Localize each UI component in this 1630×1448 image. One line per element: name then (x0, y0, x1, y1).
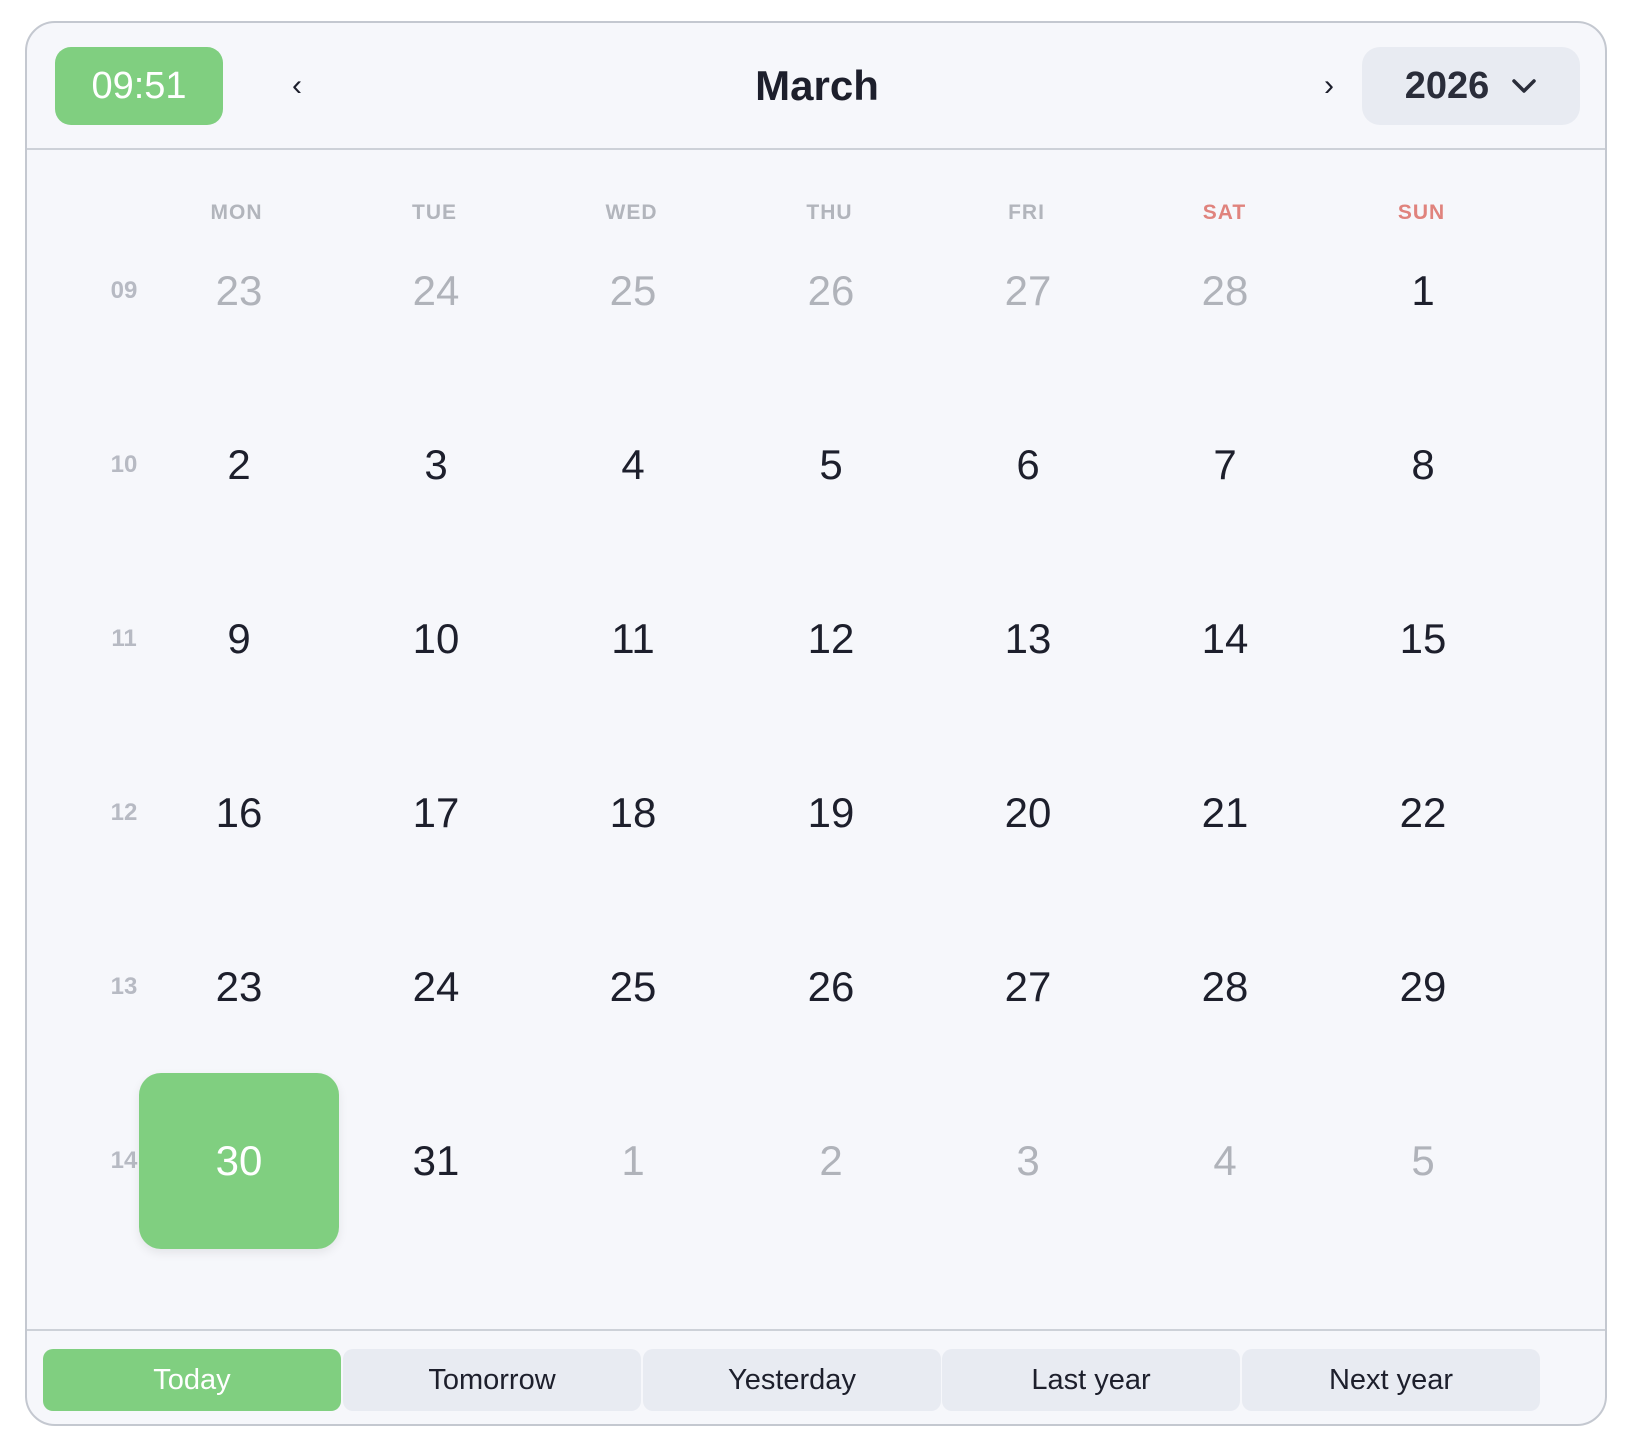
day-cell[interactable]: 2 (139, 377, 339, 553)
day-cell[interactable]: 28 (1125, 899, 1325, 1075)
year-select[interactable]: 2026 (1362, 47, 1580, 125)
day-cell[interactable]: 10 (336, 551, 536, 727)
day-cell[interactable]: 5 (731, 377, 931, 553)
shortcut-bar: Today Tomorrow Yesterday Last year Next year (27, 1329, 1605, 1424)
day-cell-selected[interactable]: 30 (139, 1073, 339, 1249)
day-cell[interactable]: 15 (1323, 551, 1523, 727)
shortcut-yesterday-button[interactable]: Yesterday (643, 1349, 941, 1411)
day-cell[interactable]: 16 (139, 725, 339, 901)
shortcut-last-year-button[interactable]: Last year (942, 1349, 1240, 1411)
day-cell[interactable]: 23 (139, 899, 339, 1075)
day-cell[interactable]: 4 (1125, 1073, 1325, 1249)
day-cell[interactable]: 7 (1125, 377, 1325, 553)
day-cell[interactable]: 26 (731, 203, 931, 379)
year-value: 2026 (1404, 64, 1490, 107)
day-cell[interactable]: 20 (928, 725, 1128, 901)
day-cell[interactable]: 27 (928, 203, 1128, 379)
day-cell[interactable]: 24 (336, 203, 536, 379)
day-cell[interactable]: 18 (533, 725, 733, 901)
day-cell[interactable]: 5 (1323, 1073, 1523, 1249)
day-cell[interactable]: 21 (1125, 725, 1325, 901)
day-cell[interactable]: 14 (1125, 551, 1325, 727)
prev-month-button[interactable]: ‹ (277, 61, 317, 111)
day-cell[interactable]: 29 (1323, 899, 1523, 1075)
day-cell[interactable]: 13 (928, 551, 1128, 727)
day-cell[interactable]: 25 (533, 899, 733, 1075)
shortcut-tomorrow-button[interactable]: Tomorrow (343, 1349, 641, 1411)
next-month-button[interactable]: › (1309, 61, 1349, 111)
day-cell[interactable]: 3 (928, 1073, 1128, 1249)
day-cell[interactable]: 2 (731, 1073, 931, 1249)
day-cell[interactable]: 1 (1323, 203, 1523, 379)
day-cell[interactable]: 17 (336, 725, 536, 901)
day-cell[interactable]: 22 (1323, 725, 1523, 901)
day-cell[interactable]: 28 (1125, 203, 1325, 379)
chevron-down-icon (1512, 79, 1537, 93)
day-cell[interactable]: 6 (928, 377, 1128, 553)
day-cell[interactable]: 1 (533, 1073, 733, 1249)
day-cell[interactable]: 24 (336, 899, 536, 1075)
calendar-widget: 09:51 ‹ March › 2026 MON TUE WED THU FRI SAT S… (25, 21, 1607, 1426)
day-cell[interactable]: 26 (731, 899, 931, 1075)
day-cell[interactable]: 23 (139, 203, 339, 379)
day-cell[interactable]: 9 (139, 551, 339, 727)
day-cell[interactable]: 11 (533, 551, 733, 727)
month-title: March (755, 62, 879, 109)
day-cell[interactable]: 27 (928, 899, 1128, 1075)
time-badge[interactable]: 09:51 (55, 47, 223, 125)
day-cell[interactable]: 19 (731, 725, 931, 901)
day-cell[interactable]: 8 (1323, 377, 1523, 553)
calendar-header: 09:51 ‹ March › 2026 (27, 23, 1605, 150)
day-cell[interactable]: 4 (533, 377, 733, 553)
day-cell[interactable]: 12 (731, 551, 931, 727)
day-cell[interactable]: 25 (533, 203, 733, 379)
shortcut-today-button[interactable]: Today (43, 1349, 341, 1411)
day-cell[interactable]: 31 (336, 1073, 536, 1249)
day-cell[interactable]: 3 (336, 377, 536, 553)
shortcut-next-year-button[interactable]: Next year (1242, 1349, 1540, 1411)
